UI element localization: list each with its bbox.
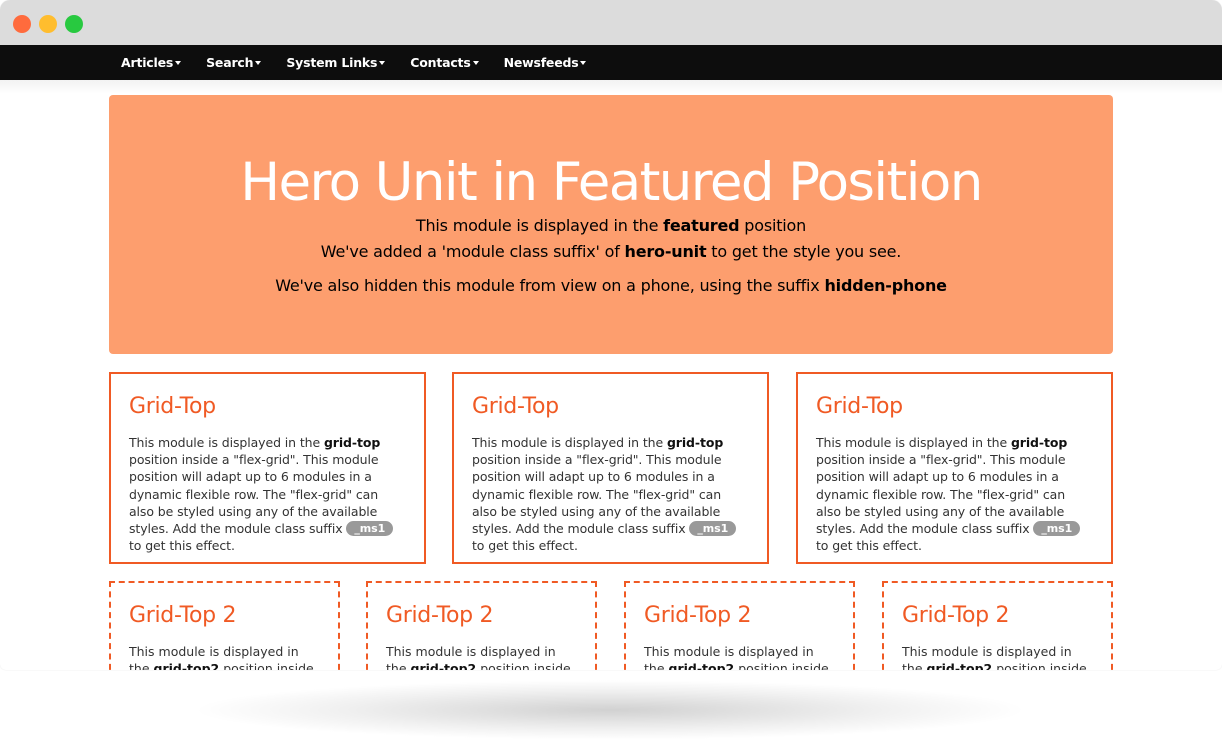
module-text-part: This module is displayed in the <box>816 435 1011 450</box>
suffix-badge: _ms1 <box>1033 521 1081 537</box>
suffix-badge: _ms1 <box>346 521 394 537</box>
nav-menu: Articles Search System Links Contacts Ne… <box>121 45 611 80</box>
module-title: Grid-Top <box>472 394 559 419</box>
module-text: This module is displayed in the grid-top… <box>129 434 406 554</box>
caret-down-icon <box>472 61 479 65</box>
grid-top2-module: Grid-Top 2 This module is displayed in t… <box>882 581 1113 670</box>
nav-item-articles[interactable]: Articles <box>121 55 182 70</box>
caret-down-icon <box>255 61 262 65</box>
navbar-shadow <box>0 80 1222 94</box>
grid-top2-row: Grid-Top 2 This module is displayed in t… <box>109 581 1113 670</box>
grid-top-row: Grid-Top This module is displayed in the… <box>109 372 1113 564</box>
nav-item-label: Newsfeeds <box>503 55 579 70</box>
module-title: Grid-Top 2 <box>386 603 494 628</box>
hero-line-3: We've also hidden this module from view … <box>109 273 1113 299</box>
hero-text-bold: hero-unit <box>624 242 707 261</box>
close-window-button[interactable] <box>13 15 31 33</box>
grid-top-module: Grid-Top This module is displayed in the… <box>796 372 1113 564</box>
maximize-window-button[interactable] <box>65 15 83 33</box>
module-text: This module is displayed in the grid-top… <box>129 643 320 670</box>
suffix-badge: _ms1 <box>689 521 737 537</box>
hero-text: to get the style you see. <box>706 242 902 261</box>
nav-item-newsfeeds[interactable]: Newsfeeds <box>504 55 587 70</box>
module-text: This module is displayed in the grid-top… <box>386 643 577 670</box>
module-text-part: position inside a "flex-grid". This modu… <box>472 452 722 537</box>
module-text-part: to get this effect. <box>472 538 578 554</box>
hero-line-1: This module is displayed in the featured… <box>109 213 1113 239</box>
module-title: Grid-Top <box>816 394 903 419</box>
module-text-part: position inside a "flex-grid". This modu… <box>129 452 379 537</box>
grid-top2-module: Grid-Top 2 This module is displayed in t… <box>624 581 855 670</box>
module-text-bold: grid-top2 <box>926 661 993 670</box>
nav-item-contacts[interactable]: Contacts <box>410 55 479 70</box>
browser-window: Articles Search System Links Contacts Ne… <box>0 0 1222 670</box>
module-text-part: This module is displayed in the <box>472 435 667 450</box>
hero-text-bold: hidden-phone <box>824 276 947 295</box>
hero-line-2: We've added a 'module class suffix' of h… <box>109 239 1113 265</box>
module-text: This module is displayed in the grid-top… <box>472 434 749 554</box>
caret-down-icon <box>379 61 386 65</box>
module-text: This module is displayed in the grid-top… <box>644 643 835 670</box>
module-text-bold: grid-top <box>323 435 381 450</box>
nav-item-label: System Links <box>286 55 378 70</box>
nav-item-system-links[interactable]: System Links <box>286 55 386 70</box>
caret-down-icon <box>580 61 587 65</box>
minimize-window-button[interactable] <box>39 15 57 33</box>
module-text-bold: grid-top2 <box>410 661 477 670</box>
grid-top-module: Grid-Top This module is displayed in the… <box>109 372 426 564</box>
nav-item-label: Articles <box>121 55 174 70</box>
nav-item-search[interactable]: Search <box>206 55 262 70</box>
hero-text-bold: featured <box>663 216 740 235</box>
module-text-part: to get this effect. <box>816 538 922 554</box>
module-text-part: position inside a "flex-grid". This modu… <box>816 452 1066 537</box>
module-text-part: This module is displayed in the <box>129 435 324 450</box>
module-text-bold: grid-top <box>1010 435 1068 450</box>
hero-text: We've added a 'module class suffix' of <box>320 242 625 261</box>
hero-title: Hero Unit in Featured Position <box>240 152 983 213</box>
module-text-bold: grid-top2 <box>153 661 220 670</box>
window-drop-shadow <box>190 680 1030 740</box>
caret-down-icon <box>175 61 182 65</box>
module-text-bold: grid-top2 <box>668 661 735 670</box>
module-title: Grid-Top 2 <box>644 603 752 628</box>
grid-top-module: Grid-Top This module is displayed in the… <box>452 372 769 564</box>
module-text: This module is displayed in the grid-top… <box>902 643 1093 670</box>
window-titlebar <box>0 0 1222 45</box>
module-title: Grid-Top 2 <box>902 603 1010 628</box>
grid-top2-module: Grid-Top 2 This module is displayed in t… <box>109 581 340 670</box>
top-navbar: Articles Search System Links Contacts Ne… <box>0 45 1222 80</box>
module-text: This module is displayed in the grid-top… <box>816 434 1093 554</box>
module-title: Grid-Top <box>129 394 216 419</box>
nav-item-label: Search <box>206 55 254 70</box>
module-text-bold: grid-top <box>666 435 724 450</box>
hero-text: This module is displayed in the <box>415 216 664 235</box>
hero-text: position <box>739 216 807 235</box>
module-title: Grid-Top 2 <box>129 603 237 628</box>
hero-text: We've also hidden this module from view … <box>275 276 825 295</box>
hero-unit: Hero Unit in Featured Position This modu… <box>109 95 1113 354</box>
grid-top2-module: Grid-Top 2 This module is displayed in t… <box>366 581 597 670</box>
nav-item-label: Contacts <box>410 55 471 70</box>
module-text-part: to get this effect. <box>129 538 235 554</box>
